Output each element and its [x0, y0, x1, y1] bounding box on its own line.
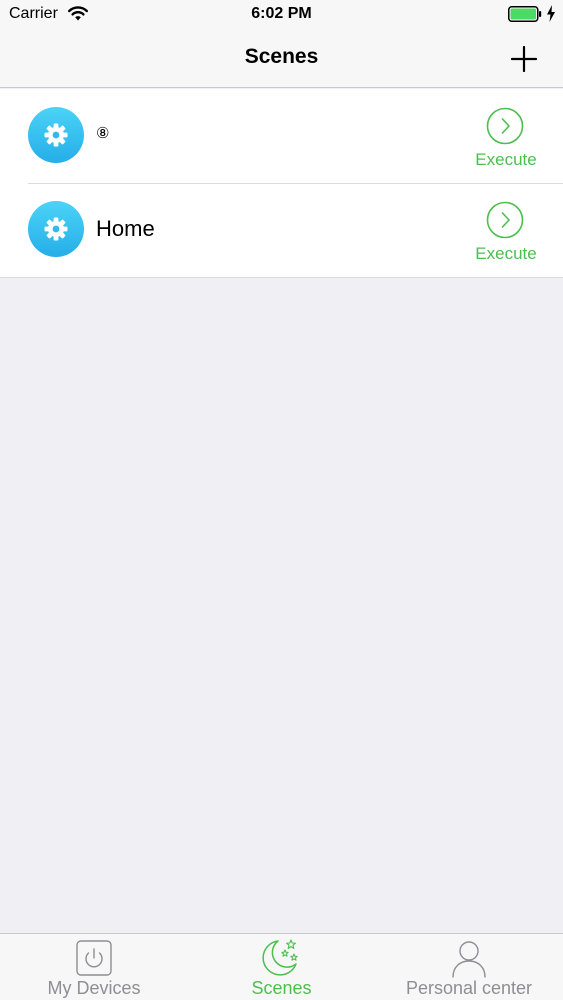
- scene-row[interactable]: Home Execute: [0, 183, 563, 277]
- add-scene-button[interactable]: [504, 39, 544, 79]
- power-icon: [76, 940, 112, 976]
- page-title: Scenes: [244, 45, 319, 68]
- scene-name: Home: [96, 216, 155, 241]
- status-time: 6:02 PM: [251, 5, 312, 22]
- scene-icon: [28, 107, 84, 163]
- gear-icon: [44, 123, 68, 147]
- scene-list: ⑧ Execute Home Execute: [0, 89, 563, 278]
- scenes-screen: Carrier 6:02 PM Scenes ⑧ Execute Home Ex…: [0, 0, 563, 1000]
- navigation-bar: Scenes: [0, 30, 563, 88]
- tab-personal-center[interactable]: Personal center: [375, 934, 563, 1000]
- tab-bar: My Devices Scenes Personal center: [0, 933, 563, 1000]
- execute-button[interactable]: Execute: [466, 107, 546, 169]
- scene-name: ⑧: [96, 125, 110, 142]
- charging-icon: [547, 5, 555, 22]
- scene-icon: [28, 201, 84, 257]
- chevron-right-circle-icon: [486, 201, 524, 239]
- execute-button[interactable]: Execute: [466, 201, 546, 263]
- execute-label: Execute: [475, 244, 537, 263]
- execute-label: Execute: [475, 150, 537, 169]
- battery-icon: [508, 6, 542, 22]
- person-icon: [452, 941, 486, 978]
- gear-icon: [44, 217, 68, 241]
- scene-row[interactable]: ⑧ Execute: [0, 89, 563, 183]
- chevron-right-circle-icon: [486, 107, 524, 145]
- tab-label: Personal center: [405, 978, 533, 998]
- status-bar: Carrier 6:02 PM: [0, 0, 563, 30]
- tab-label: My Devices: [47, 978, 141, 998]
- tab-label: Scenes: [251, 978, 312, 998]
- plus-icon: [511, 46, 537, 72]
- tab-my-devices[interactable]: My Devices: [0, 934, 188, 1000]
- tab-scenes[interactable]: Scenes: [188, 934, 375, 1000]
- moon-stars-icon: [262, 939, 298, 976]
